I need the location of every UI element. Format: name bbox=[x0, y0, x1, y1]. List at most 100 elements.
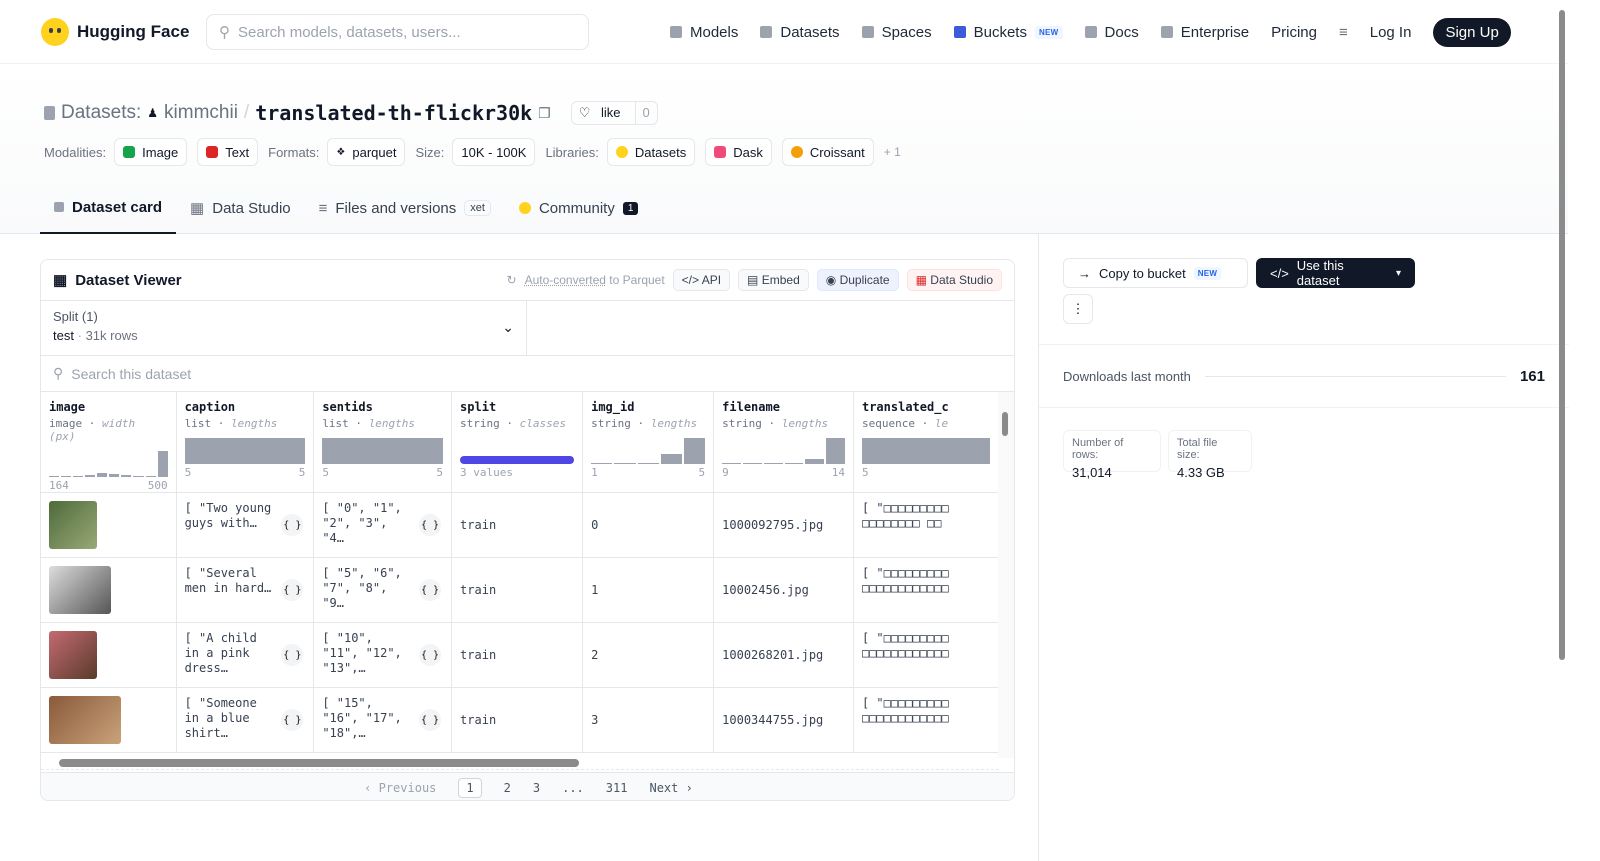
more-options-button[interactable]: ⋮ bbox=[1063, 294, 1093, 324]
nav-enterprise[interactable]: Enterprise bbox=[1160, 24, 1249, 41]
brand-logo[interactable]: Hugging Face bbox=[41, 17, 189, 46]
cell-caption[interactable]: [ "Someone in a blue shirt… { } bbox=[176, 687, 315, 753]
cell-filename[interactable]: 1000268201.jpg bbox=[713, 622, 854, 688]
table-row[interactable]: [ "A child in a pink dress… { } [ "10", "… bbox=[41, 622, 999, 688]
copy-icon[interactable]: ❐ bbox=[538, 105, 551, 122]
data-studio-button[interactable]: ▦ Data Studio bbox=[906, 269, 1002, 291]
histogram[interactable] bbox=[861, 438, 990, 464]
nav-spaces[interactable]: Spaces bbox=[861, 24, 932, 41]
image-thumbnail[interactable] bbox=[49, 566, 111, 614]
cell-img-id[interactable]: 0 bbox=[582, 492, 715, 558]
cell-filename[interactable]: 10002456.jpg bbox=[713, 557, 854, 623]
cell-split[interactable]: train bbox=[451, 557, 584, 623]
expand-json-icon[interactable]: { } bbox=[281, 709, 304, 731]
cell-caption[interactable]: [ "Two young guys with… { } bbox=[176, 492, 315, 558]
histogram[interactable] bbox=[722, 438, 846, 464]
histogram[interactable] bbox=[49, 451, 168, 477]
column-header[interactable]: split string · classes 3 values bbox=[451, 392, 584, 493]
nav-models[interactable]: Models bbox=[670, 24, 738, 41]
tag-croissant[interactable]: Croissant bbox=[781, 138, 874, 166]
embed-button[interactable]: ▤ Embed bbox=[738, 269, 809, 291]
expand-json-icon[interactable]: { } bbox=[419, 579, 442, 601]
histogram[interactable] bbox=[184, 438, 306, 464]
next-page[interactable]: Next › bbox=[649, 781, 692, 795]
cell-sentids[interactable]: [ "15", "16", "17", "18",… { } bbox=[313, 687, 453, 753]
cell-caption[interactable]: [ "A child in a pink dress… { } bbox=[176, 622, 315, 688]
page-last[interactable]: 311 bbox=[606, 781, 628, 795]
cell-image[interactable] bbox=[41, 492, 177, 558]
column-header[interactable]: caption list · lengths 55 bbox=[176, 392, 315, 493]
scroll-thumb[interactable] bbox=[1559, 10, 1565, 660]
cell-filename[interactable]: 1000344755.jpg bbox=[713, 687, 854, 753]
horizontal-scrollbar[interactable] bbox=[41, 756, 999, 770]
cell-split[interactable]: train bbox=[451, 687, 584, 753]
cell-image[interactable] bbox=[41, 622, 177, 688]
column-header[interactable]: image image · width (px) 164 500 bbox=[41, 392, 177, 493]
cell-image[interactable] bbox=[41, 687, 177, 753]
owner-link[interactable]: kimmchii bbox=[164, 102, 238, 124]
class-bar[interactable] bbox=[460, 438, 575, 464]
dataset-name[interactable]: translated-th-flickr30k bbox=[255, 101, 532, 125]
api-button[interactable]: </> API bbox=[672, 269, 731, 291]
column-header[interactable]: translated_c sequence · le 5 bbox=[853, 392, 999, 493]
cell-img-id[interactable]: 2 bbox=[582, 622, 715, 688]
vertical-scrollbar[interactable] bbox=[998, 392, 1014, 758]
image-thumbnail[interactable] bbox=[49, 501, 97, 549]
cell-translated[interactable]: [ "□□□□□□□□□ □□□□□□□□□□□□ bbox=[853, 687, 999, 753]
datasets-prefix[interactable]: Datasets: bbox=[61, 102, 141, 124]
page-3[interactable]: 3 bbox=[533, 781, 540, 795]
tag-image[interactable]: Image bbox=[114, 138, 188, 166]
expand-json-icon[interactable]: { } bbox=[419, 644, 442, 666]
tag-datasets[interactable]: Datasets bbox=[606, 138, 696, 166]
histogram[interactable] bbox=[322, 438, 444, 464]
page-2[interactable]: 2 bbox=[504, 781, 511, 795]
cell-sentids[interactable]: [ "10", "11", "12", "13",… { } bbox=[313, 622, 453, 688]
use-dataset-button[interactable]: </> Use this dataset ▾ bbox=[1256, 258, 1415, 288]
cell-split[interactable]: train bbox=[451, 622, 584, 688]
expand-json-icon[interactable]: { } bbox=[281, 514, 304, 536]
expand-json-icon[interactable]: { } bbox=[281, 579, 304, 601]
menu-icon[interactable]: ≡ bbox=[1339, 24, 1348, 41]
image-thumbnail[interactable] bbox=[49, 631, 97, 679]
cell-caption[interactable]: [ "Several men in hard… { } bbox=[176, 557, 315, 623]
login-link[interactable]: Log In bbox=[1370, 24, 1412, 41]
page-1[interactable]: 1 bbox=[458, 777, 482, 798]
cell-translated[interactable]: [ "□□□□□□□□□ □□□□□□□□□□□□ bbox=[853, 557, 999, 623]
cell-translated[interactable]: [ "□□□□□□□□□ □□□□□□□□ □□ bbox=[853, 492, 999, 558]
expand-json-icon[interactable]: { } bbox=[281, 644, 304, 666]
split-select[interactable]: Split (1) test · 31k rows ⌄ bbox=[41, 301, 527, 355]
search-input[interactable]: ⚲ Search models, datasets, users... bbox=[206, 14, 589, 50]
auto-converted-note[interactable]: Auto-converted to Parquet bbox=[525, 273, 665, 287]
cell-sentids[interactable]: [ "5", "6", "7", "8", "9… { } bbox=[313, 557, 453, 623]
cell-translated[interactable]: [ "□□□□□□□□□ □□□□□□□□□□□□ bbox=[853, 622, 999, 688]
column-header[interactable]: img_id string · lengths 15 bbox=[582, 392, 715, 493]
tag-dask[interactable]: Dask bbox=[705, 138, 772, 166]
cell-split[interactable]: train bbox=[451, 492, 584, 558]
expand-json-icon[interactable]: { } bbox=[419, 514, 442, 536]
tab-files[interactable]: ≡ Files and versions xet bbox=[305, 182, 505, 234]
more-libraries[interactable]: + 1 bbox=[884, 145, 901, 159]
scroll-thumb[interactable] bbox=[59, 759, 579, 767]
table-row[interactable]: [ "Several men in hard… { } [ "5", "6", "… bbox=[41, 557, 999, 623]
dataset-search-input[interactable]: ⚲ Search this dataset bbox=[41, 356, 1014, 392]
prev-page[interactable]: ‹ Previous bbox=[364, 781, 436, 795]
nav-datasets[interactable]: Datasets bbox=[760, 24, 840, 41]
cell-img-id[interactable]: 3 bbox=[582, 687, 715, 753]
tag-text[interactable]: Text bbox=[197, 138, 259, 166]
page-scrollbar[interactable] bbox=[1556, 0, 1568, 861]
tab-dataset-card[interactable]: Dataset card bbox=[40, 182, 177, 234]
scroll-thumb[interactable] bbox=[1002, 412, 1008, 436]
histogram[interactable] bbox=[591, 438, 706, 464]
column-header[interactable]: sentids list · lengths 55 bbox=[313, 392, 453, 493]
tag-parquet[interactable]: ❖ parquet bbox=[327, 138, 406, 166]
auto-converted-link[interactable]: Auto-converted bbox=[525, 273, 606, 287]
duplicate-button[interactable]: ◉ Duplicate bbox=[816, 269, 899, 291]
nav-buckets[interactable]: Buckets NEW bbox=[953, 24, 1063, 41]
image-thumbnail[interactable] bbox=[49, 696, 121, 744]
table-row[interactable]: [ "Someone in a blue shirt… { } [ "15", "… bbox=[41, 687, 999, 753]
nav-docs[interactable]: Docs bbox=[1084, 24, 1139, 41]
cell-filename[interactable]: 1000092795.jpg bbox=[713, 492, 854, 558]
expand-json-icon[interactable]: { } bbox=[419, 709, 442, 731]
cell-image[interactable] bbox=[41, 557, 177, 623]
tab-data-studio[interactable]: ▦ Data Studio bbox=[176, 182, 305, 234]
